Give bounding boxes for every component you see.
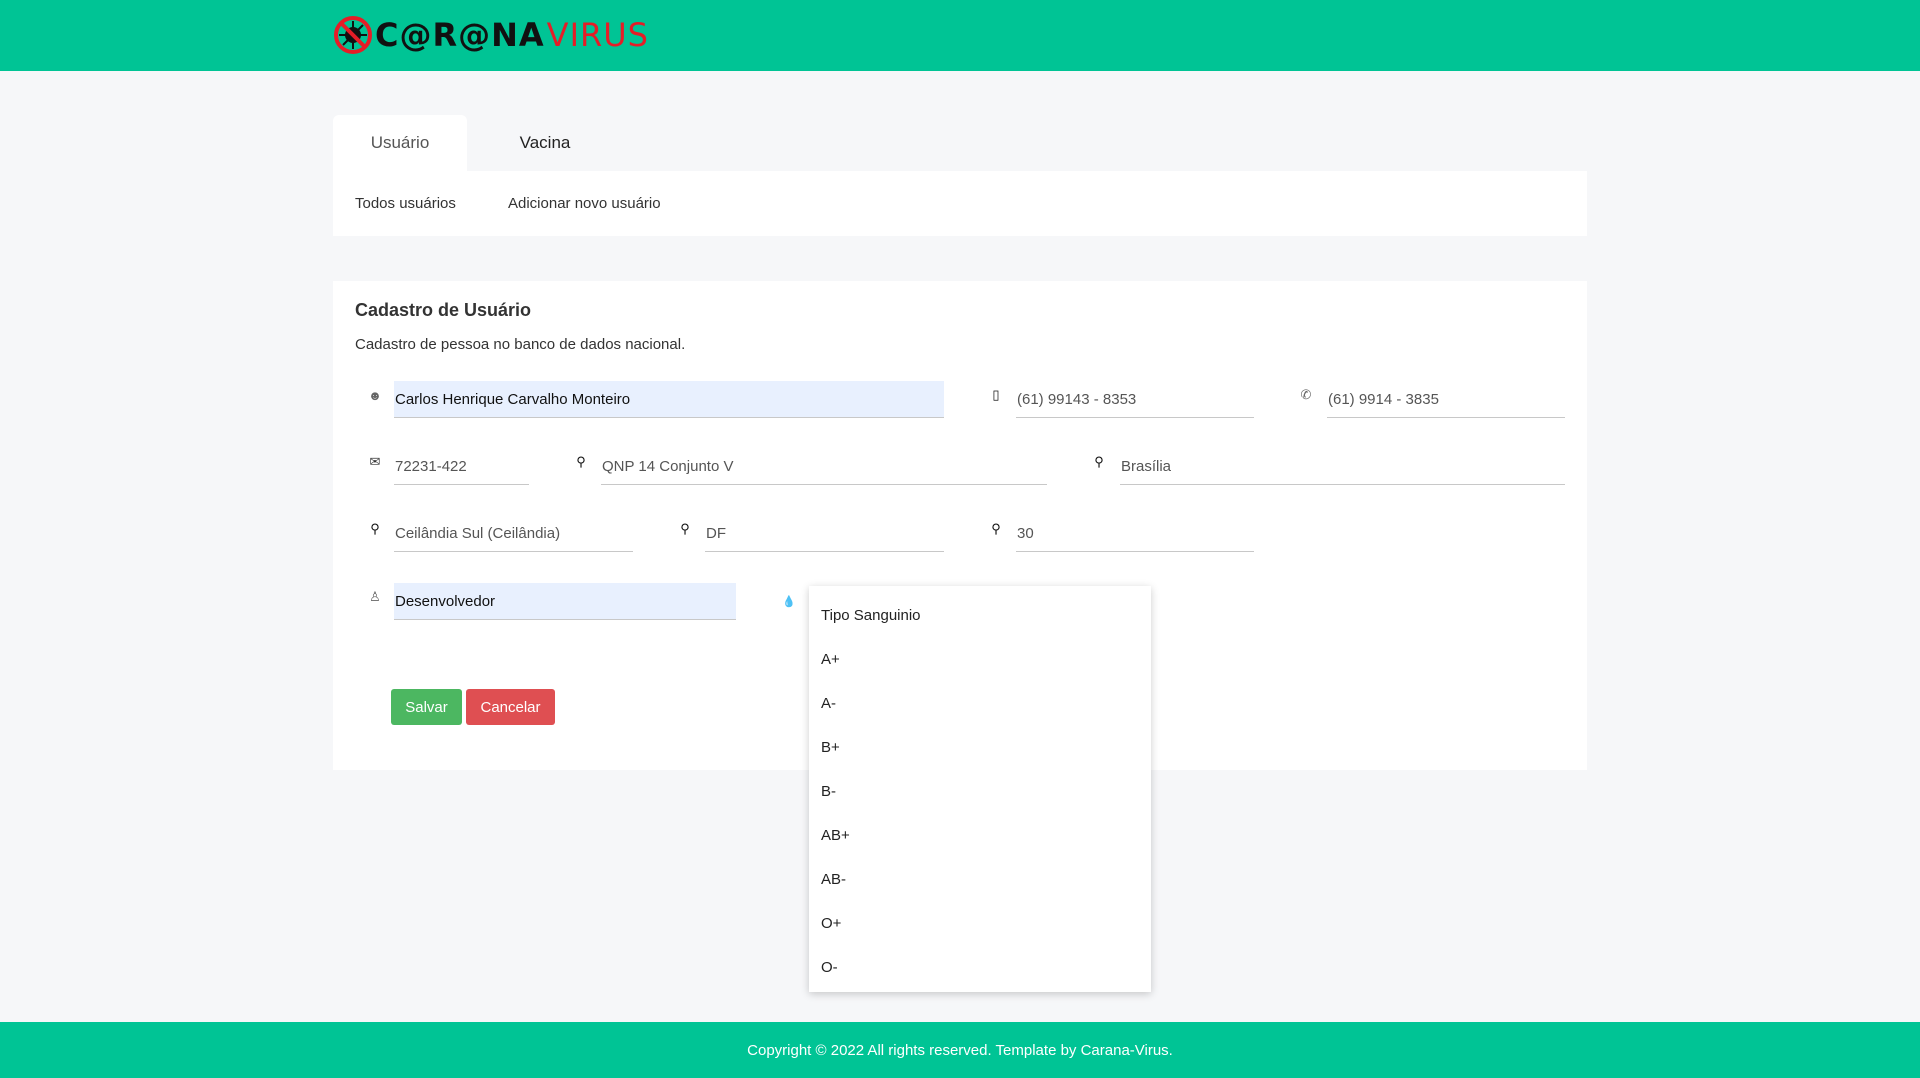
link-adicionar-usuario[interactable]: Adicionar novo usuário	[508, 171, 661, 236]
save-button[interactable]: Salvar	[391, 689, 462, 725]
tab-usuario[interactable]: Usuário	[333, 115, 467, 171]
mobile-phone-icon: ▯	[992, 387, 1000, 402]
briefcase-user-icon: ♙	[369, 589, 381, 604]
tab-vacina[interactable]: Vacina	[480, 115, 610, 171]
dropdown-option[interactable]: B-	[809, 770, 1151, 814]
logo-accent-text: VIRUS	[546, 16, 649, 54]
map-pin-icon: ⚲	[991, 521, 1001, 536]
blood-drop-icon: 💧	[782, 595, 796, 608]
phone-icon: ✆	[1300, 387, 1312, 402]
blood-type-dropdown[interactable]: Tipo Sanguinio A+ A- B+ B- AB+ AB- O+ O-	[809, 586, 1151, 992]
phone-input[interactable]	[1327, 381, 1565, 418]
profession-input[interactable]	[394, 583, 736, 620]
subnav: Todos usuários Adicionar novo usuário	[333, 171, 1587, 236]
map-pin-icon: ⚲	[680, 521, 690, 536]
virus-logo-icon	[334, 16, 372, 54]
dropdown-option[interactable]: B+	[809, 726, 1151, 770]
mobile-input[interactable]	[1016, 381, 1254, 418]
map-pin-icon: ⚲	[1094, 454, 1104, 469]
form-title: Cadastro de Usuário	[355, 300, 532, 320]
number-input[interactable]	[1016, 515, 1254, 552]
cancel-button[interactable]: Cancelar	[466, 689, 555, 725]
form-subtitle: Cadastro de pessoa no banco de dados nac…	[355, 336, 686, 353]
dropdown-option[interactable]: A-	[809, 682, 1151, 726]
map-pin-icon: ⚲	[370, 521, 380, 536]
logo-text: C@R@NA	[375, 16, 545, 54]
footer-copyright: Copyright © 2022 All rights reserved. Te…	[747, 1041, 1173, 1059]
envelope-icon: ✉	[369, 454, 381, 469]
city-input[interactable]	[1120, 448, 1565, 485]
logo[interactable]: C@R@NA VIRUS	[333, 14, 649, 56]
link-todos-usuarios[interactable]: Todos usuários	[355, 171, 456, 236]
dropdown-option[interactable]: A+	[809, 638, 1151, 682]
cep-input[interactable]	[394, 448, 529, 485]
user-icon: ☻	[368, 387, 382, 403]
state-input[interactable]	[705, 515, 944, 552]
footer: Copyright © 2022 All rights reserved. Te…	[0, 1022, 1920, 1078]
dropdown-option[interactable]: AB-	[809, 858, 1151, 902]
dropdown-option[interactable]: AB+	[809, 814, 1151, 858]
neighborhood-input[interactable]	[394, 515, 633, 552]
dropdown-option[interactable]: O-	[809, 946, 1151, 990]
name-input[interactable]	[394, 381, 944, 418]
dropdown-option[interactable]: Tipo Sanguinio	[809, 594, 1151, 638]
address-input[interactable]	[601, 448, 1047, 485]
dropdown-option[interactable]: O+	[809, 902, 1151, 946]
header: C@R@NA VIRUS	[0, 0, 1920, 71]
map-pin-icon: ⚲	[576, 454, 586, 469]
